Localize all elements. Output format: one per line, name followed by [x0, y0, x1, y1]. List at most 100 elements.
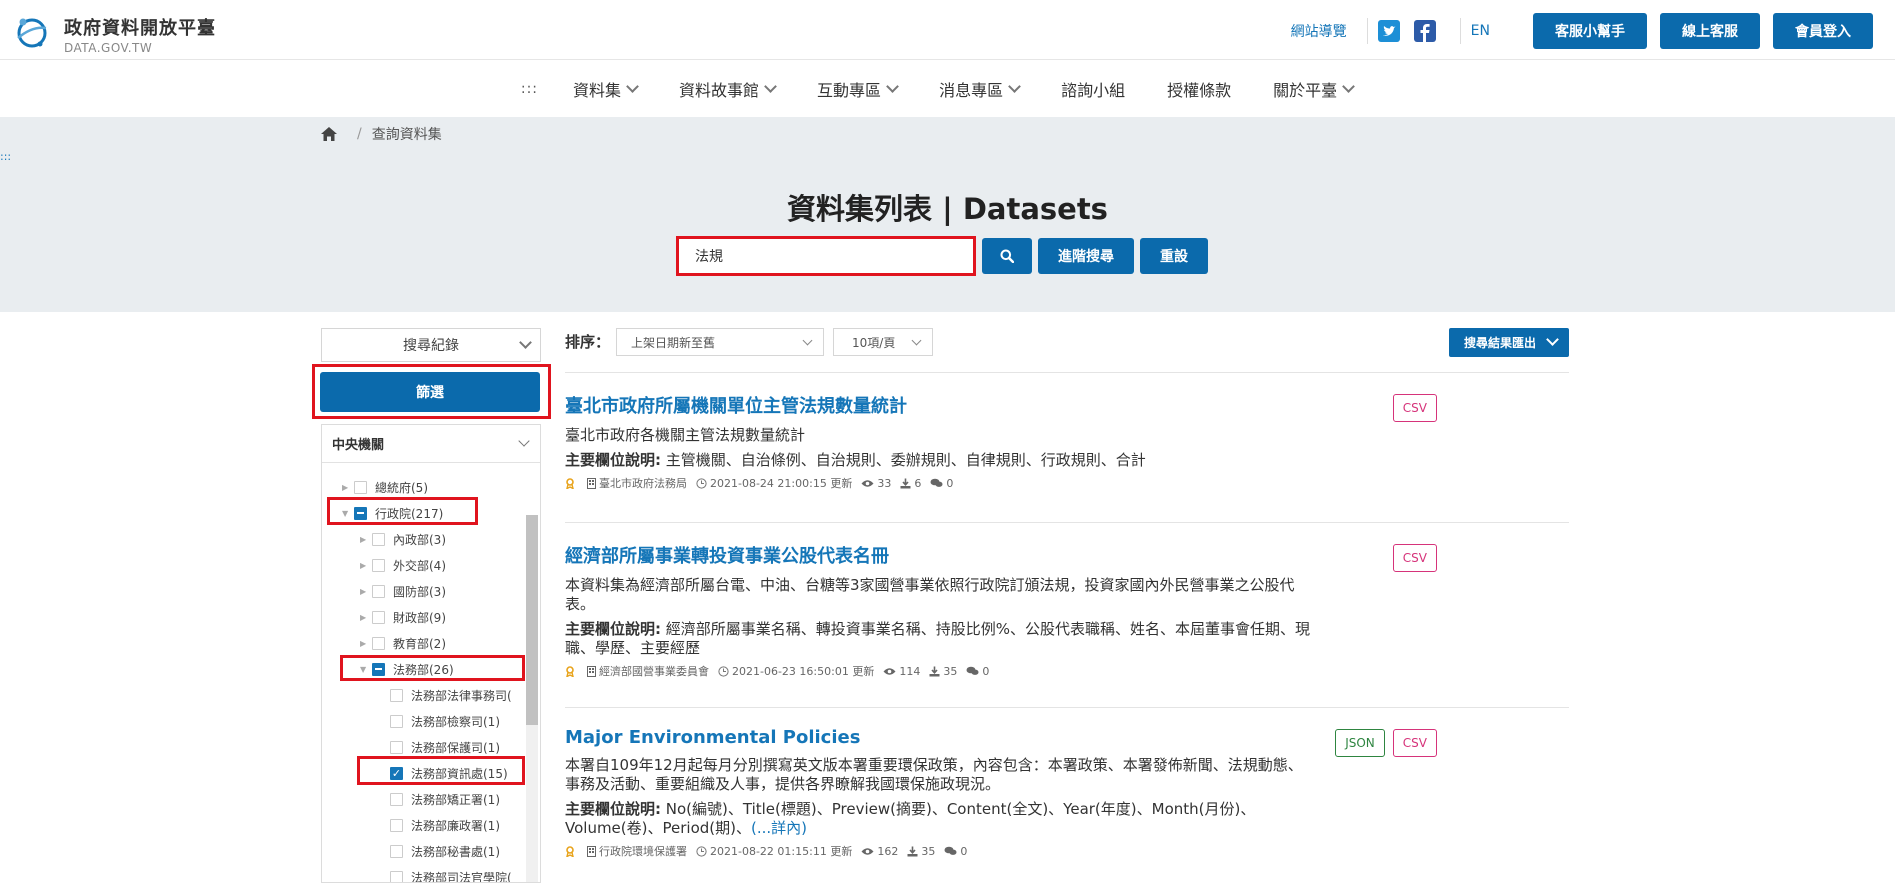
nav-item-about[interactable]: 關於平臺 [1273, 77, 1355, 101]
checkbox[interactable] [390, 688, 403, 702]
search-input[interactable]: 法規 [676, 236, 976, 276]
building-icon [587, 845, 596, 857]
more-link[interactable]: (...詳內) [751, 819, 807, 837]
format-csv-badge[interactable]: CSV [1392, 394, 1437, 422]
filter-button[interactable]: 篩選 [320, 372, 540, 412]
page-title: 資料集列表 | Datasets [787, 192, 1108, 226]
download-count: 35 [929, 665, 957, 678]
checkbox[interactable] [390, 792, 403, 806]
agency[interactable]: 臺北市政府法務局 [587, 475, 687, 491]
checkbox[interactable] [372, 532, 385, 546]
expand-arrow-icon[interactable]: ▶ [342, 483, 354, 492]
home-icon[interactable] [321, 127, 337, 141]
updated-text: 2021-06-23 16:50:01 更新 [732, 665, 875, 678]
nav-item-stories[interactable]: 資料故事館 [679, 77, 777, 101]
checkbox[interactable] [390, 714, 403, 728]
login-button[interactable]: 會員登入 [1773, 13, 1873, 49]
tree-node[interactable]: 法務部矯正署(1) [378, 790, 500, 808]
checkbox[interactable] [390, 740, 403, 754]
reset-button[interactable]: 重設 [1140, 238, 1208, 274]
checkbox[interactable] [372, 558, 385, 572]
tree-node[interactable]: ▶ 國防部(3) [360, 582, 446, 600]
left-accesskey[interactable]: ::: [0, 150, 11, 163]
format-csv-badge[interactable]: CSV [1392, 729, 1437, 757]
tree-node[interactable]: 法務部法律事務司( [378, 686, 512, 704]
expand-arrow-icon[interactable]: ▶ [360, 587, 372, 596]
checkbox[interactable] [372, 610, 385, 624]
checkbox[interactable] [390, 870, 403, 882]
dataset-fields: 主要欄位說明: 經濟部所屬事業名稱、轉投資事業名稱、持股比例%、公股代表職稱、姓… [565, 620, 1315, 658]
dataset-description: 本署自109年12月起每月分別撰寫英文版本署重要環保政策，內容包含：本署政策、本… [565, 756, 1303, 793]
facebook-icon[interactable] [1413, 20, 1436, 42]
format-csv-badge[interactable]: CSV [1392, 544, 1437, 572]
export-results-button[interactable]: 搜尋結果匯出 [1449, 328, 1569, 357]
sitemap-link[interactable]: 網站導覽 [1291, 21, 1347, 41]
page-size-select[interactable]: 10項/頁 [833, 328, 933, 356]
sort-label: 排序： [565, 333, 611, 351]
checkbox[interactable] [390, 844, 403, 858]
twitter-icon[interactable] [1377, 20, 1400, 42]
tree-node[interactable]: 法務部保護司(1) [378, 738, 500, 756]
tree-node[interactable]: ▶ 財政部(9) [360, 608, 446, 626]
page-size-value: 10項/頁 [852, 335, 896, 350]
search-history-select[interactable]: 搜尋紀錄 [321, 328, 541, 362]
tree-node-label: 法務部保護司(1) [411, 740, 500, 755]
nav-label: 關於平臺 [1273, 80, 1338, 100]
online-service-button[interactable]: 線上客服 [1660, 13, 1760, 49]
tree-node[interactable]: ▶ 外交部(4) [360, 556, 446, 574]
checkbox[interactable] [372, 584, 385, 598]
sort-select[interactable]: 上架日期新至舊 [616, 328, 824, 356]
tree-node[interactable]: ▶ 教育部(2) [360, 634, 446, 652]
format-json-badge[interactable]: JSON [1335, 729, 1385, 757]
tree-node-label: 法務部矯正署(1) [411, 792, 500, 807]
building-icon [587, 665, 596, 677]
updated-text: 2021-08-22 01:15:11 更新 [710, 845, 853, 858]
nav-item-news[interactable]: 消息專區 [939, 77, 1021, 101]
tree-node[interactable]: ▶ 內政部(3) [360, 530, 446, 548]
tree-node-label: 國防部(3) [393, 584, 446, 599]
site-logo[interactable] [14, 14, 48, 50]
expand-arrow-icon[interactable]: ▶ [360, 561, 372, 570]
download-icon [907, 846, 918, 856]
nav-item-license[interactable]: 授權條款 [1167, 77, 1231, 101]
dataset-item: 臺北市政府所屬機關單位主管法規數量統計 臺北市政府各機關主管法規數量統計 主要欄… [565, 392, 1569, 491]
scrollbar-thumb[interactable] [526, 515, 538, 725]
nav-label: 諮詢小組 [1061, 80, 1126, 100]
nav-accesskey[interactable]: ::: [521, 81, 538, 97]
comment-count-value: 0 [946, 476, 954, 490]
nav-item-advisory[interactable]: 諮詢小組 [1061, 77, 1125, 101]
panel-header[interactable]: 中央機關 [322, 425, 540, 463]
search-history-label: 搜尋紀錄 [403, 338, 459, 354]
helper-button[interactable]: 客服小幫手 [1533, 13, 1647, 49]
nav-label: 授權條款 [1167, 80, 1232, 100]
nav-item-interactive[interactable]: 互動專區 [817, 77, 899, 101]
agency[interactable]: 行政院環境保護署 [587, 843, 687, 859]
format-badges: JSON CSV [1327, 729, 1437, 757]
fields-text: 經濟部所屬事業名稱、轉投資事業名稱、持股比例%、公股代表職稱、姓名、本屆董事會任… [565, 620, 1311, 657]
expand-arrow-icon[interactable]: ▶ [360, 613, 372, 622]
tree-node[interactable]: ▶ 總統府(5) [342, 478, 428, 496]
checkbox[interactable] [372, 636, 385, 650]
dataset-item: Major Environmental Policies 本署自109年12月起… [565, 727, 1569, 859]
dataset-meta: 臺北市政府法務局 2021-08-24 21:00:15 更新 33 6 0 [565, 475, 1569, 491]
comments-icon [966, 666, 979, 675]
nav-item-datasets[interactable]: 資料集 [573, 77, 639, 101]
expand-arrow-icon[interactable]: ▶ [360, 639, 372, 648]
agency[interactable]: 經濟部國營事業委員會 [587, 663, 709, 679]
tree-node[interactable]: 法務部秘書處(1) [378, 842, 500, 860]
checkbox[interactable] [390, 818, 403, 832]
site-domain: DATA.GOV.TW [64, 41, 153, 55]
expand-arrow-icon[interactable]: ▶ [360, 535, 372, 544]
language-switch[interactable]: EN [1471, 23, 1490, 39]
site-title-block[interactable]: 政府資料開放平臺 DATA.GOV.TW [64, 14, 216, 55]
tree-node[interactable]: 法務部司法官學院( [378, 868, 512, 882]
download-count-value: 35 [943, 664, 958, 678]
search-button[interactable] [982, 238, 1032, 274]
checkbox[interactable] [354, 480, 367, 494]
view-count: 33 [861, 477, 891, 490]
updated-time: 2021-06-23 16:50:01 更新 [718, 663, 874, 679]
tree-node[interactable]: 法務部檢察司(1) [378, 712, 500, 730]
advanced-search-button[interactable]: 進階搜尋 [1038, 238, 1134, 274]
tree-node[interactable]: 法務部廉政署(1) [378, 816, 500, 834]
divider [1459, 18, 1461, 44]
